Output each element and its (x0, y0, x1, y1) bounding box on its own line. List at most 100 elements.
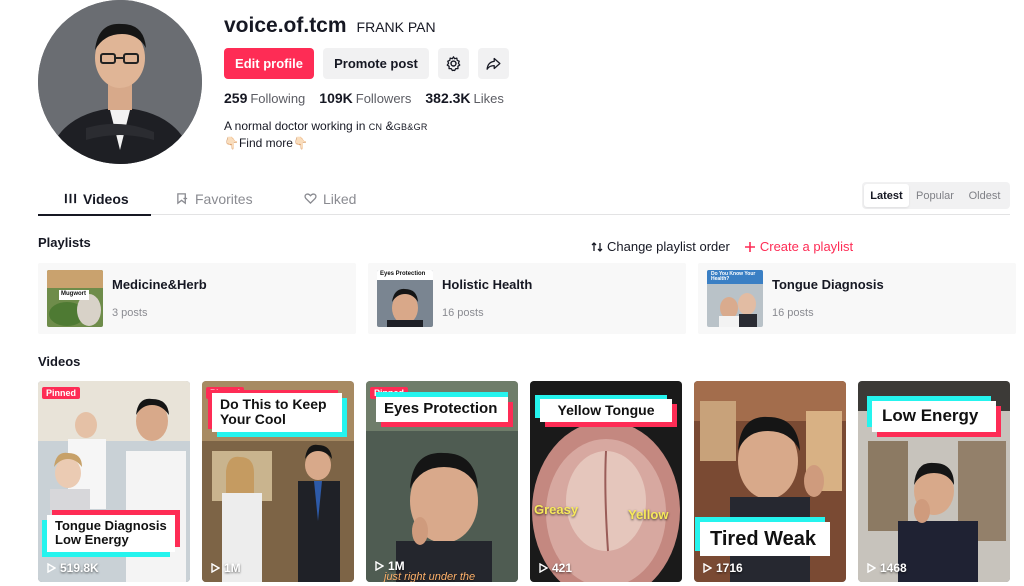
play-icon (211, 563, 220, 573)
video-caption: Yellow Tongue (540, 399, 672, 423)
create-playlist-label: Create a playlist (759, 239, 854, 254)
bio-line-2: 👇🏻Find more👇🏻 (224, 135, 428, 151)
view-count: 1468 (880, 561, 907, 575)
playlist-card[interactable]: Eyes Protection Holistic Health 16 posts (368, 263, 686, 334)
playlist-actions: Change playlist order Create a playlist (591, 239, 853, 254)
create-playlist-button[interactable]: Create a playlist (744, 239, 853, 254)
play-icon (867, 563, 876, 573)
videos-title: Videos (38, 354, 81, 369)
bio-line-1: A normal doctor working in CN &GB&GR (224, 118, 428, 135)
tab-label: Liked (323, 190, 357, 207)
heart-icon (304, 193, 317, 205)
video-card[interactable]: Pinned Eyes Protection just right under … (366, 381, 518, 582)
video-card[interactable]: Tired Weak 1716 (694, 381, 846, 582)
avatar[interactable] (38, 0, 202, 164)
edit-profile-button[interactable]: Edit profile (224, 48, 314, 79)
video-views: 519.8K (46, 561, 99, 575)
point-down-icon: 👇🏻 (292, 136, 308, 150)
video-card[interactable]: Pinned Do This to Keep Your Cool 1M (202, 381, 354, 582)
playlist-thumbnail: Mugwort (47, 270, 103, 327)
profile-header: voice.of.tcm FRANK PAN (224, 14, 436, 38)
video-caption: Eyes Protection (376, 397, 508, 422)
video-views: 1M (374, 559, 405, 573)
bio-text-amp: & (382, 119, 394, 133)
video-caption: Tongue Diagnosis Low Energy (47, 515, 175, 552)
bookmark-icon (177, 193, 188, 205)
playlist-list: Mugwort Medicine&Herb 3 posts Eyes Prote… (38, 263, 1016, 334)
grid-icon (64, 193, 77, 204)
video-overlay-yellow: Yellow (628, 507, 669, 522)
sort-oldest[interactable]: Oldest (961, 184, 1008, 207)
video-views: 1468 (866, 561, 907, 575)
share-icon (486, 57, 501, 70)
video-card[interactable]: Yellow Tongue Greasy Yellow 421 (530, 381, 682, 582)
video-views: 1M (210, 561, 241, 575)
video-overlay-greasy: Greasy (534, 502, 579, 517)
playlists-title: Playlists (38, 235, 91, 250)
playlist-card[interactable]: Do You Know Your Health? Tongue Diagnosi… (698, 263, 1016, 334)
promote-post-button[interactable]: Promote post (323, 48, 429, 79)
plus-icon (744, 241, 755, 252)
tab-videos[interactable]: Videos (38, 182, 151, 216)
playlist-name: Tongue Diagnosis (772, 277, 884, 292)
view-count: 519.8K (60, 561, 99, 575)
share-button[interactable] (478, 48, 509, 79)
playlist-thumbnail: Do You Know Your Health? (707, 270, 763, 327)
video-card[interactable]: Low Energy 1468 (858, 381, 1010, 582)
play-icon (703, 563, 712, 573)
profile-bio: A normal doctor working in CN &GB&GR 👇🏻F… (224, 118, 428, 151)
change-order-label: Change playlist order (607, 239, 730, 254)
stat-value: 259 (224, 90, 248, 106)
playlist-name: Holistic Health (442, 277, 533, 292)
playlist-count: 3 posts (112, 307, 148, 319)
playlist-thumb-text: Mugwort (61, 291, 86, 297)
video-card[interactable]: Pinned Tongue Diagnosis Low Energy 519.8… (38, 381, 190, 582)
bio-flags: GB&GR (393, 122, 428, 132)
bio-flag-cn: CN (368, 122, 383, 132)
stat-label: Followers (355, 91, 412, 106)
video-views: 1716 (702, 561, 743, 575)
profile-stats: 259 Following 109K Followers 382.3K Likes (224, 90, 504, 106)
play-icon (539, 563, 548, 573)
sort-latest[interactable]: Latest (864, 184, 909, 207)
playlist-thumbnail: Eyes Protection (377, 270, 433, 327)
playlist-name: Medicine&Herb (112, 277, 207, 292)
tab-favorites[interactable]: Favorites (176, 182, 253, 215)
play-icon (375, 561, 384, 571)
settings-button[interactable] (438, 48, 469, 79)
playlist-thumb-text: Do You Know Your Health? (711, 271, 756, 282)
video-caption: Do This to Keep Your Cool (212, 393, 342, 432)
playlist-card[interactable]: Mugwort Medicine&Herb 3 posts (38, 263, 356, 334)
view-count: 1M (388, 559, 405, 573)
view-count: 1716 (716, 561, 743, 575)
profile-actions: Edit profile Promote post (224, 48, 509, 79)
point-down-icon: 👇🏻 (224, 136, 239, 150)
play-icon (47, 563, 56, 573)
change-playlist-order-button[interactable]: Change playlist order (591, 239, 730, 254)
video-caption: Tired Weak (700, 522, 830, 556)
bio-text: A normal doctor working in (224, 119, 369, 133)
stat-label: Likes (473, 91, 504, 106)
video-views: 421 (538, 561, 572, 575)
tab-label: Videos (83, 190, 129, 207)
playlist-count: 16 posts (442, 307, 484, 319)
avatar-image (38, 0, 202, 164)
stat-likes: 382.3K Likes (425, 90, 504, 106)
playlist-count: 16 posts (772, 307, 814, 319)
tab-liked[interactable]: Liked (304, 182, 356, 215)
tab-label: Favorites (195, 190, 253, 207)
view-count: 1M (224, 561, 241, 575)
video-grid: Pinned Tongue Diagnosis Low Energy 519.8… (38, 381, 1010, 582)
stat-following[interactable]: 259 Following (224, 90, 305, 106)
bio-find-more: Find more (238, 136, 293, 150)
gear-icon (446, 56, 461, 72)
username: voice.of.tcm (224, 14, 347, 37)
sort-popular[interactable]: Popular (909, 184, 961, 207)
stat-followers[interactable]: 109K Followers (319, 90, 411, 106)
nickname: FRANK PAN (356, 19, 436, 35)
stat-label: Following (250, 91, 306, 106)
video-caption: Low Energy (872, 401, 996, 432)
stat-value: 382.3K (425, 90, 471, 106)
playlist-thumb-text: Eyes Protection (380, 271, 426, 277)
sort-toggle: Latest Popular Oldest (862, 182, 1010, 209)
